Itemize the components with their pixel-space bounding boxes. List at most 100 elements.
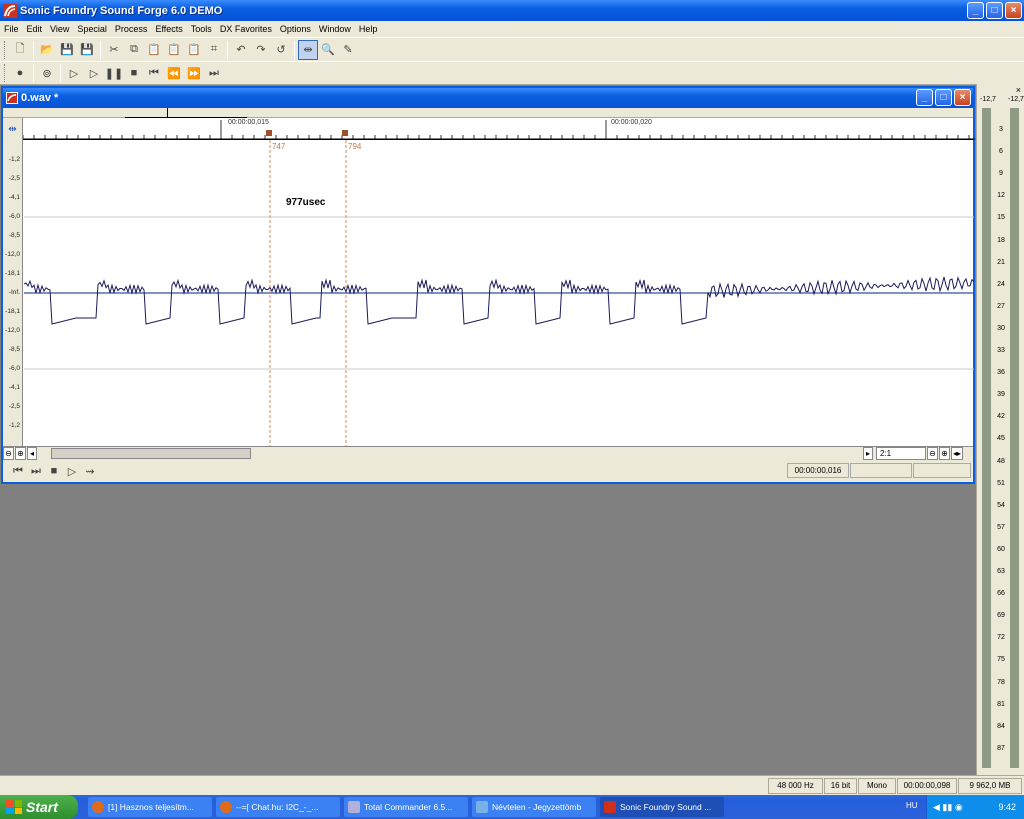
meter-close-icon[interactable]: × (1016, 85, 1021, 95)
play-looped-icon[interactable]: ⇝ (81, 461, 99, 481)
separator (33, 40, 34, 59)
start-label: Start (26, 799, 58, 815)
menu-options[interactable]: Options (276, 24, 315, 34)
peak-left[interactable]: -12,7 (980, 96, 996, 103)
menu-edit[interactable]: Edit (23, 24, 47, 34)
data-window-titlebar[interactable]: 0.wav * _ □ × (3, 88, 973, 108)
zoom-in-icon[interactable]: ⊕ (15, 447, 26, 460)
pause-icon[interactable]: ❚❚ (104, 63, 124, 83)
menu-process[interactable]: Process (111, 24, 152, 34)
waveform-display[interactable]: 747 794 977usec (24, 140, 974, 446)
meter-scale-label: 39 (997, 391, 1005, 399)
meter-scale-label: 3 (999, 126, 1003, 133)
mix-icon[interactable]: 📋 (184, 40, 204, 60)
taskbar-item[interactable]: --=[ Chat.hu: I2C_-_... (216, 797, 340, 817)
taskbar-item[interactable]: Névtelen - Jegyzettömb (472, 797, 596, 817)
scroll-left-icon[interactable]: ◂ (27, 447, 37, 460)
waveform-area[interactable]: -1,2 -2,5 -4,1 -6,0 -8,5 -12,0 -18,1 -Inf. -18,1… (3, 140, 974, 446)
redo-icon[interactable]: ↷ (251, 40, 271, 60)
go-end-icon[interactable]: ⏭ (204, 63, 224, 83)
close-button[interactable]: × (1005, 2, 1022, 19)
status-bit-depth[interactable]: 16 bit (824, 778, 857, 794)
status-channels[interactable]: Mono (858, 778, 896, 794)
menu-dx-favorites[interactable]: DX Favorites (216, 24, 276, 34)
clock[interactable]: 9:42 (998, 802, 1016, 812)
taskbar-item[interactable]: Sonic Foundry Sound ... (600, 797, 724, 817)
zoom-arrows-icon[interactable]: ◂▸ (951, 447, 963, 460)
scrollbar-thumb[interactable] (51, 448, 251, 459)
status-length: 00:00:00,098 (897, 778, 957, 794)
time-ruler[interactable]: ⇹ 00:00:00,015 00:00:00,020 (3, 118, 975, 140)
selection-length[interactable] (913, 463, 971, 478)
db-label: -4,1 (8, 384, 20, 391)
doc-close-button[interactable]: × (954, 89, 971, 106)
taskbar-item[interactable]: Total Commander 6.5... (344, 797, 468, 817)
selection-end[interactable] (850, 463, 912, 478)
undo-icon[interactable]: ↶ (231, 40, 251, 60)
stop-icon[interactable]: ■ (124, 63, 144, 83)
save-icon[interactable]: 💾 (57, 40, 77, 60)
go-start-icon[interactable]: ⏮ (9, 461, 27, 481)
status-sample-rate[interactable]: 48 000 Hz (768, 778, 823, 794)
marker-flag-icon[interactable] (342, 130, 350, 138)
minimize-button[interactable]: _ (967, 2, 984, 19)
cut-icon[interactable]: ✂ (104, 40, 124, 60)
meter-scale-label: 48 (997, 457, 1005, 465)
new-icon[interactable]: 🗋 (10, 40, 30, 60)
repeat-icon[interactable]: ↺ (271, 40, 291, 60)
open-icon[interactable]: 📂 (37, 40, 57, 60)
toolbar-grip[interactable] (4, 40, 7, 59)
meter-scale-label: 63 (997, 568, 1005, 575)
go-start-icon[interactable]: ⏮ (144, 63, 164, 83)
paste-icon[interactable]: 📋 (144, 40, 164, 60)
pencil-tool-icon[interactable]: ✎ (338, 40, 358, 60)
menu-special[interactable]: Special (73, 24, 111, 34)
save-as-icon[interactable]: 💾 (77, 40, 97, 60)
copy-icon[interactable]: ⧉ (124, 40, 144, 60)
meter-scale-label: 81 (997, 700, 1005, 708)
forward-icon[interactable]: ⏩ (184, 63, 204, 83)
zoom-level-in-icon[interactable]: ⊕ (939, 447, 950, 460)
crop-icon[interactable]: ⌗ (204, 40, 224, 60)
menu-tools[interactable]: Tools (187, 24, 216, 34)
peak-right[interactable]: -12,7 (1008, 96, 1024, 103)
tray-icons[interactable]: ◀ ▮▮ ◉ (933, 802, 963, 813)
doc-maximize-button[interactable]: □ (935, 89, 952, 106)
cursor-position[interactable]: 00:00:00,016 (787, 463, 849, 478)
meter-scale-label: 24 (997, 280, 1005, 288)
app-titlebar[interactable]: Sonic Foundry Sound Forge 6.0 DEMO _ □ × (0, 0, 1024, 21)
paste-special-icon[interactable]: 📋 (164, 40, 184, 60)
play-as-sample-icon[interactable]: ▷ (63, 461, 81, 481)
rewind-icon[interactable]: ⏪ (164, 63, 184, 83)
overview-bar[interactable] (3, 108, 973, 118)
menu-file[interactable]: File (0, 24, 23, 34)
edit-tool-icon[interactable]: ⇹ (298, 39, 318, 60)
zoom-level-out-icon[interactable]: ⊖ (927, 447, 938, 460)
menu-help[interactable]: Help (355, 24, 382, 34)
magnify-tool-icon[interactable]: 🔍 (318, 40, 338, 60)
meter-scale-label: 66 (997, 590, 1005, 598)
menu-effects[interactable]: Effects (151, 24, 186, 34)
marker-flag-icon[interactable] (266, 130, 274, 138)
start-button[interactable]: Start (0, 795, 78, 819)
toolbar-grip[interactable] (4, 64, 7, 82)
loop-icon[interactable]: ⊚ (37, 63, 57, 83)
doc-minimize-button[interactable]: _ (916, 89, 933, 106)
menu-window[interactable]: Window (315, 24, 355, 34)
stop-icon[interactable]: ■ (45, 461, 63, 481)
zoom-ratio[interactable]: 2:1 (876, 447, 926, 460)
record-icon[interactable]: ● (10, 63, 30, 83)
ruler-format-icon[interactable]: ⇹ (3, 118, 23, 140)
go-end-icon[interactable]: ⏭ (27, 461, 45, 481)
zoom-out-icon[interactable]: ⊖ (3, 447, 14, 460)
taskbar-item[interactable]: [1] Hasznos teljesítm... (88, 797, 212, 817)
menu-view[interactable]: View (46, 24, 73, 34)
db-label: -18,1 (5, 308, 20, 315)
play-icon[interactable]: ▷ (84, 63, 104, 83)
status-free-space: 9 962,0 MB (958, 778, 1022, 794)
language-indicator[interactable]: HU (906, 801, 918, 810)
scroll-right-icon[interactable]: ▸ (863, 447, 873, 460)
restore-button[interactable]: □ (986, 2, 1003, 19)
play-all-icon[interactable]: ▷ (64, 63, 84, 83)
sound-forge-icon (604, 801, 616, 813)
